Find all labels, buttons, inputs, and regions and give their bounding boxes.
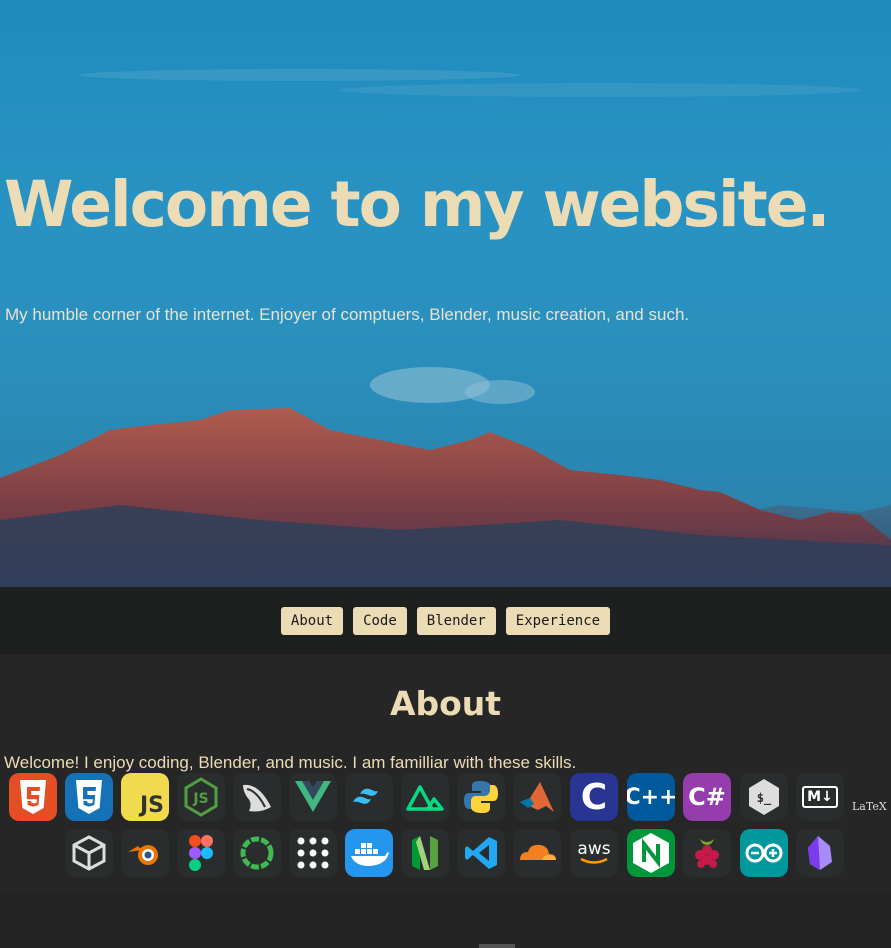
obsidian-icon [796,829,844,877]
nuxt-icon [401,773,449,821]
hero-banner: Welcome to my website. My humble corner … [0,0,891,587]
dots-grid-icon [289,829,337,877]
c-icon: C [570,773,618,821]
vue-icon [289,773,337,821]
nginx-icon [627,829,675,877]
nav-about-button[interactable]: About [280,606,344,635]
blender-icon [121,829,169,877]
css3-icon [65,773,113,821]
aws-icon: aws [570,829,618,877]
html5-icon [9,773,57,821]
hero-subtitle: My humble corner of the internet. Enjoye… [5,305,690,324]
hero-background-image [0,69,891,587]
csharp-icon: C# [683,773,731,821]
neovim-icon [401,829,449,877]
vscode-icon [457,829,505,877]
arduino-icon [740,829,788,877]
matlab-icon [513,773,561,821]
cplusplus-icon: C++ [627,773,675,821]
markdown-icon: M↓ [796,773,844,821]
svg-text:$_: $_ [757,791,772,806]
bash-icon: $_ [740,773,788,821]
section-nav: About Code Blender Experience [0,587,891,654]
svg-text:JS: JS [192,791,208,807]
figma-icon [177,829,225,877]
raspberry-pi-icon [683,829,731,877]
unity-icon [65,829,113,877]
about-section: About Welcome! I enjoy coding, Blender, … [0,654,891,893]
skills-icon-grid: JS JS C C++ C# $_ M↓ LaTeX aws [0,773,891,893]
circleci-icon [233,829,281,877]
nav-code-button[interactable]: Code [353,606,407,635]
javascript-icon: JS [121,773,169,821]
nav-experience-button[interactable]: Experience [505,606,611,635]
tailwind-icon [345,773,393,821]
docker-icon [345,829,393,877]
about-text: Welcome! I enjoy coding, Blender, and mu… [4,753,577,772]
scrollbar-thumb[interactable] [479,944,515,948]
latex-icon: LaTeX [852,800,887,813]
about-heading: About [389,684,502,723]
python-icon [457,773,505,821]
hero-title: Welcome to my website. [4,168,830,241]
flask-icon [233,773,281,821]
cloudflare-icon [513,829,561,877]
nodejs-icon: JS [177,773,225,821]
nav-blender-button[interactable]: Blender [416,606,496,635]
